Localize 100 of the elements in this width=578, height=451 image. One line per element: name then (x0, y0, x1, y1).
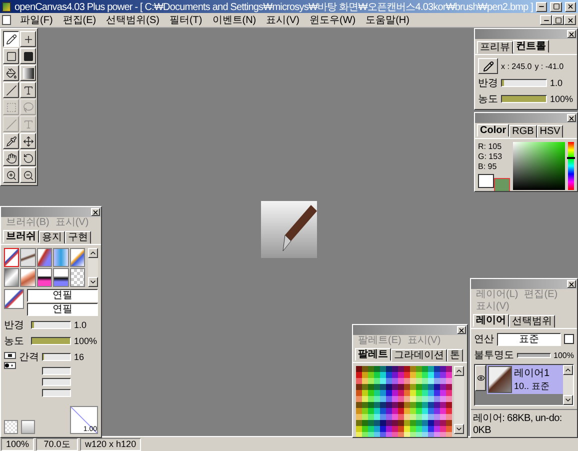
brush-thumbnail[interactable] (36, 248, 52, 267)
slider-track[interactable] (42, 353, 71, 361)
texture-swatch[interactable] (4, 420, 18, 434)
tab[interactable]: 선택범위 (509, 315, 555, 328)
crosshair-icon (22, 34, 34, 44)
menu-item[interactable]: 필터(T) (164, 13, 208, 27)
tab[interactable]: 용지 (39, 231, 65, 244)
slider-track[interactable] (501, 79, 547, 87)
paper-swatch[interactable] (21, 420, 35, 434)
tab[interactable]: 구현 (65, 231, 91, 244)
tab[interactable]: 톤 (447, 349, 463, 362)
tab[interactable]: Color (477, 124, 510, 137)
text-icon (22, 118, 34, 130)
close-icon (566, 16, 574, 24)
maximize-button[interactable] (550, 2, 562, 12)
window-title: openCanvas4.03 Plus power - [ C:₩Documents and Settings₩microsys₩바탕 화면₩오픈캔버스4.03kor₩brush₩pen2.bmp ] (14, 0, 533, 14)
minimize-button[interactable] (536, 2, 548, 12)
brush-thumbnail[interactable] (70, 268, 85, 287)
close-button[interactable] (564, 2, 576, 12)
close-button[interactable] (567, 280, 576, 288)
menu-item[interactable]: 이벤트(N) (207, 13, 262, 27)
brush-thumbnail[interactable] (36, 268, 52, 287)
tab[interactable]: 그라데이션 (391, 349, 447, 362)
gradient-icon (22, 68, 34, 78)
y-coordinate: y : -41.0 (534, 62, 564, 70)
pencil-icon (6, 34, 16, 44)
background-color-swatch[interactable] (478, 174, 494, 188)
dashed-square-icon (6, 102, 16, 112)
brush-thumbnail[interactable] (20, 248, 36, 267)
blend-mode-field[interactable]: 표준 (497, 332, 561, 346)
saturation-value-picker[interactable] (513, 142, 565, 190)
rectangle-icon (6, 50, 16, 62)
rotate-icon (22, 152, 34, 164)
brush-thumbnail[interactable] (70, 248, 85, 267)
brush-thumbnail[interactable] (4, 248, 20, 267)
pen-button[interactable] (478, 58, 498, 74)
brush-thumbnail[interactable] (20, 268, 36, 287)
menu-item[interactable]: 표시(V) (261, 13, 304, 27)
status-cell: w120 x h120 (80, 438, 142, 450)
color-palette-grid[interactable] (356, 366, 452, 434)
hue-marker[interactable] (567, 156, 575, 159)
menu-item[interactable]: 편집(E) (58, 13, 102, 27)
layer-item[interactable]: 레이어1 10.. 표준 (487, 365, 563, 394)
move-icon (22, 136, 34, 146)
slider-label: 반경 (478, 77, 498, 90)
tab[interactable]: 브러쉬 (3, 230, 39, 243)
restore-icon (554, 16, 562, 24)
minimize-button[interactable] (540, 15, 552, 25)
tool-button[interactable] (3, 31, 19, 47)
tab[interactable]: HSV (536, 125, 564, 138)
foreground-color-swatch[interactable] (494, 178, 510, 191)
brush-shape-icon[interactable] (4, 352, 16, 359)
menu-item[interactable]: 도움말(H) (360, 13, 414, 27)
hue-slider[interactable] (568, 142, 574, 190)
menu-item[interactable]: 파일(F) (15, 13, 58, 27)
restore-button[interactable] (552, 15, 564, 25)
status-cell: 70.0도 (36, 438, 78, 450)
slider-value: 1.0 (74, 320, 88, 330)
slider-label: 농도 (478, 93, 498, 106)
scrollbar[interactable] (88, 248, 98, 287)
slider-value: 100% (550, 94, 574, 104)
brush-name-field[interactable]: 연필 (27, 303, 98, 316)
zoom-out-icon (22, 170, 34, 180)
tab[interactable]: 컨트롤 (513, 40, 549, 53)
tab[interactable]: RGB (509, 125, 537, 138)
menu-item[interactable]: 윈도우(W) (304, 13, 361, 27)
memory-status: 레이어: 68KB, un-do: 0KB (471, 409, 577, 437)
slider-track[interactable] (42, 378, 71, 386)
tab[interactable]: 팔레트 (355, 348, 391, 361)
color-value: G: 153 (478, 152, 504, 161)
dot-size-icon[interactable] (4, 362, 16, 369)
app-icon (2, 2, 12, 12)
brush-thumbnail[interactable] (4, 268, 20, 287)
tab[interactable]: 레이어 (473, 314, 509, 327)
menu-item[interactable]: 선택범위(S) (101, 13, 164, 27)
slider-track[interactable] (42, 389, 71, 397)
slider-track[interactable] (42, 367, 71, 375)
close-icon (568, 30, 575, 38)
eyedropper-icon (6, 136, 16, 146)
slider-value: 1.0 (550, 78, 564, 88)
close-icon (458, 326, 465, 334)
close-button[interactable] (91, 208, 100, 216)
close-button[interactable] (567, 114, 576, 122)
slider-value: 16 (74, 352, 86, 362)
close-button[interactable] (567, 30, 576, 38)
zoom-in-icon (6, 170, 16, 180)
close-button[interactable] (564, 15, 576, 25)
visibility-toggle[interactable] (475, 365, 486, 391)
slider-track[interactable] (31, 321, 71, 329)
slider-label: 반경 (4, 319, 25, 332)
opacity-value: 100% (554, 350, 574, 360)
scrollbar[interactable] (454, 366, 464, 434)
close-button[interactable] (457, 326, 466, 334)
tab[interactable]: 프리뷰 (477, 41, 513, 54)
scrollbar[interactable] (563, 365, 573, 405)
pen-image (261, 201, 317, 258)
line-icon (6, 118, 16, 130)
brush-name-field[interactable]: 연필 (27, 289, 98, 302)
brush-thumbnail[interactable] (53, 268, 69, 287)
brush-thumbnail[interactable] (53, 248, 69, 267)
